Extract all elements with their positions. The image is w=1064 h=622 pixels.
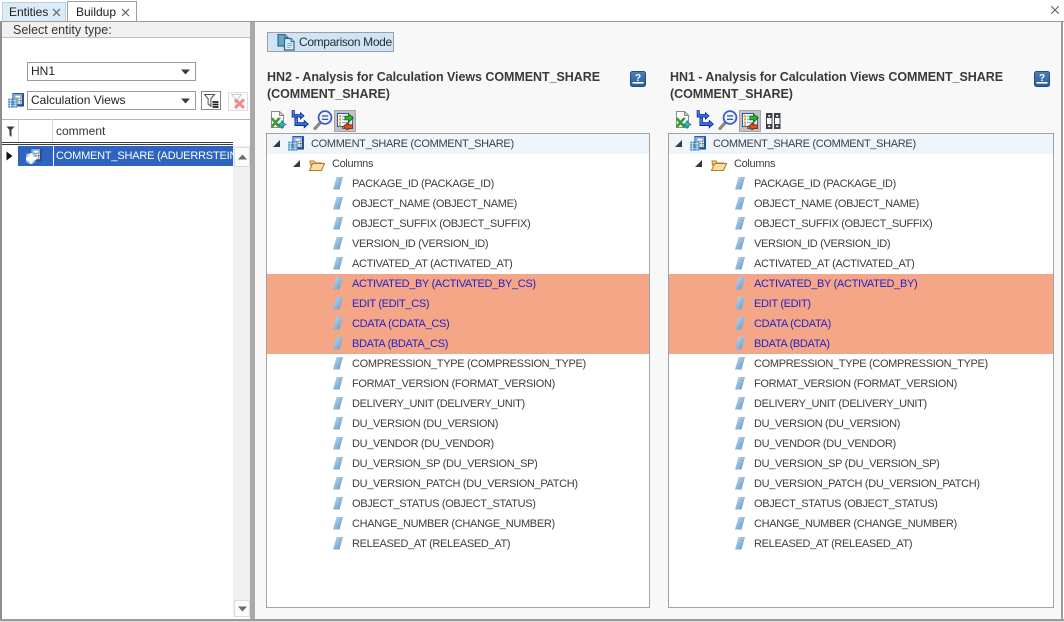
svg-text:?: ? [635,73,641,84]
svg-text:?: ? [1039,73,1045,84]
